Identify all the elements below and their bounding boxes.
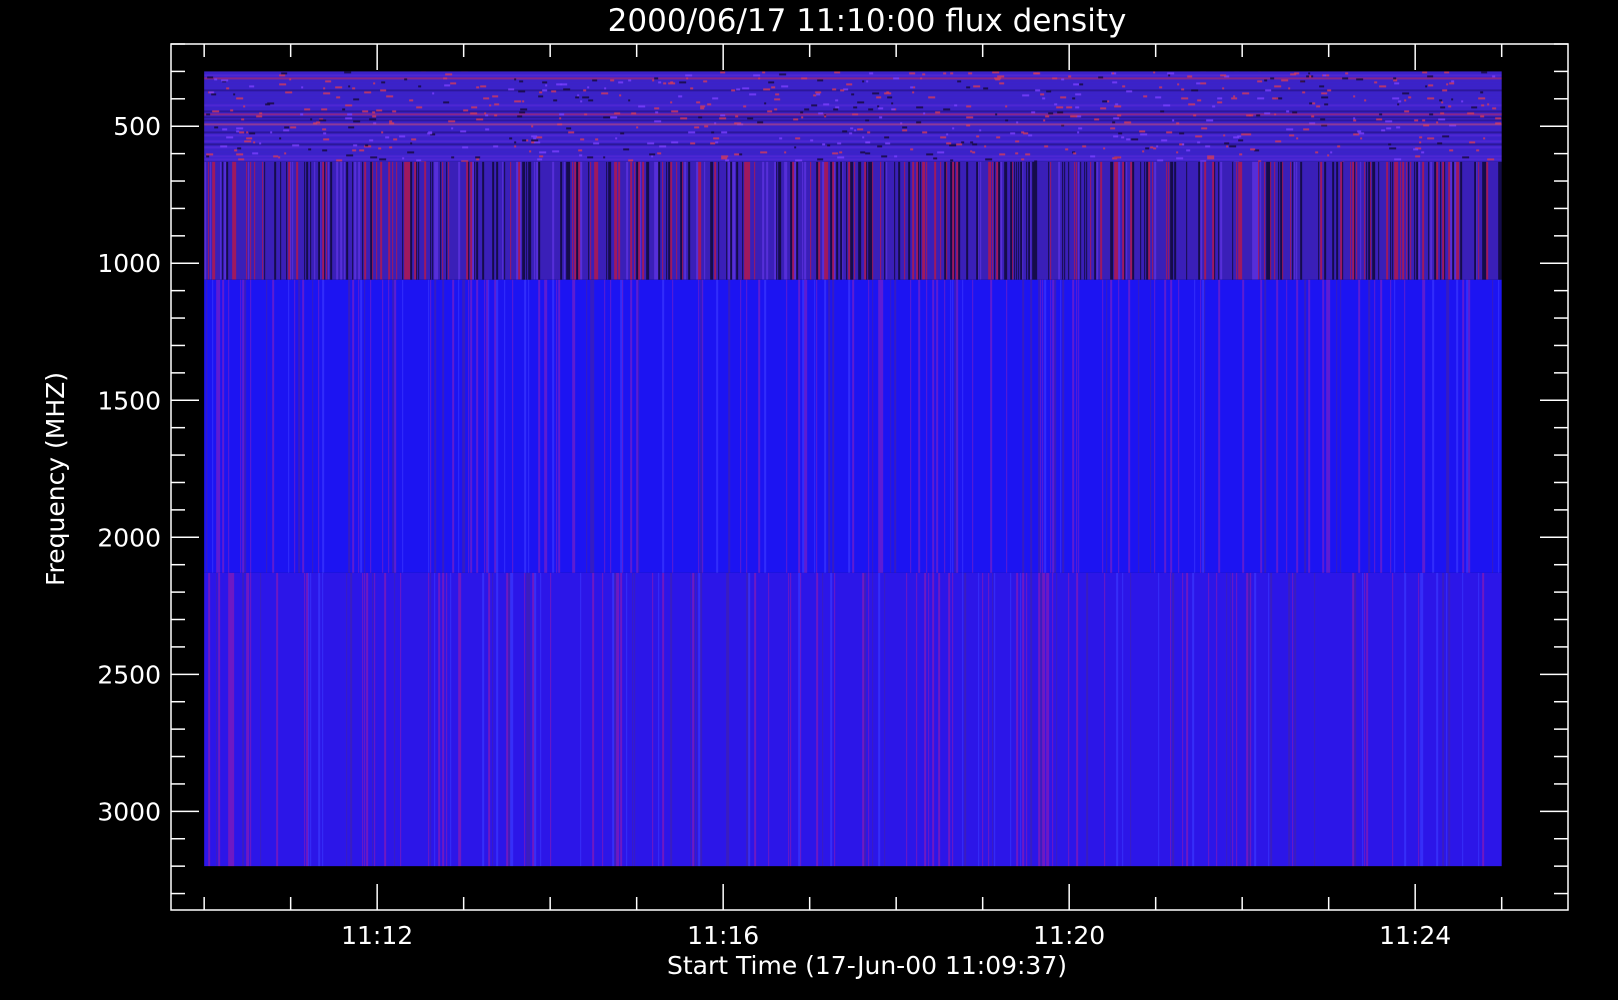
y-tick-label: 1000 — [97, 249, 161, 278]
y-tick-label: 500 — [113, 112, 161, 141]
x-tick-label: 11:16 — [687, 921, 759, 950]
y-tick-label: 3000 — [97, 797, 161, 826]
spectrogram-chart: 2000/06/17 11:10:00 flux density 11:12 11… — [0, 0, 1618, 1000]
heatmap-area — [204, 71, 1502, 867]
heatmap-band-4 — [204, 572, 1502, 867]
y-tick-label: 2500 — [97, 660, 161, 689]
heatmap-band-2 — [204, 161, 1502, 280]
y-tick-label: 1500 — [97, 386, 161, 415]
x-tick-label: 11:20 — [1033, 921, 1105, 950]
x-tick-label: 11:12 — [341, 921, 413, 950]
chart-title: 2000/06/17 11:10:00 flux density — [608, 3, 1127, 39]
x-axis-label: Start Time (17-Jun-00 11:09:37) — [667, 951, 1067, 980]
y-tick-label: 2000 — [97, 523, 161, 552]
heatmap-band-1 — [204, 71, 1502, 162]
x-tick-label: 11:24 — [1379, 921, 1451, 950]
y-axis-label: Frequency (MHZ) — [41, 372, 70, 586]
heatmap-band-3 — [204, 279, 1502, 573]
